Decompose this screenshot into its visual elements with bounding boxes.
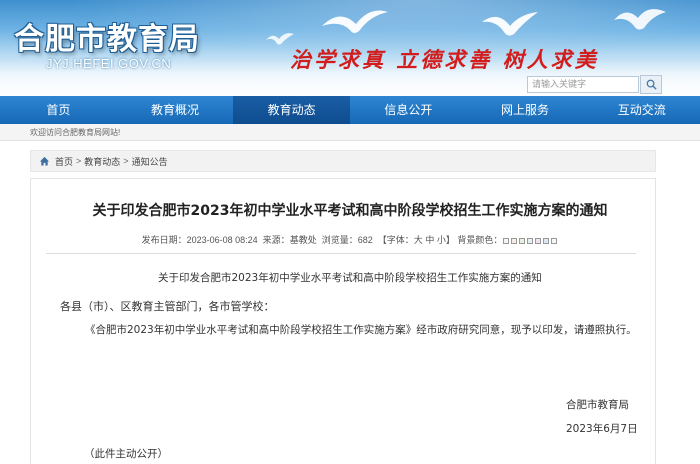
bg-color-swatch[interactable] (519, 237, 526, 244)
article-signature: 合肥市教育局 (566, 399, 629, 411)
site-header: 合肥市教育局 JYJ.HEFEI.GOV.CN 治学求真 立德求善 树人求美 请… (0, 0, 700, 96)
bg-color-swatch[interactable] (543, 237, 550, 244)
article-paragraph: 《合肥市2023年初中学业水平考试和高中阶段学校招生工作实施方案》经市政府研究同… (85, 324, 637, 336)
nav-item-online-service[interactable]: 网上服务 (467, 96, 584, 124)
search-icon (646, 79, 657, 90)
breadcrumb-separator: > (123, 156, 129, 166)
breadcrumb-home[interactable]: 首页 (55, 155, 73, 168)
bg-color-swatch[interactable] (551, 237, 558, 244)
article-meta: 发布日期：2023-06-08 08:24 来源：基教处 浏览量：682 【字体… (0, 233, 700, 246)
font-size-label: 【字体： (377, 235, 414, 245)
font-size-large[interactable]: 大 (414, 235, 423, 245)
gull-icon (322, 10, 388, 33)
article-disclosure: （此件主动公开） (84, 448, 168, 460)
source-value: 基教处 (289, 235, 317, 245)
nav-item-news[interactable]: 教育动态 (233, 96, 351, 124)
article-salutation: 各县（市）、区教育主管部门，各市管学校： (60, 300, 275, 313)
font-size-small[interactable]: 小 (437, 235, 446, 245)
breadcrumb: 首页 > 教育动态 > 通知公告 (30, 150, 656, 172)
bg-color-swatch[interactable] (535, 237, 542, 244)
date-value: 2023-06-08 08:24 (186, 235, 258, 245)
views-label: 浏览量： (321, 235, 358, 245)
gull-icon (482, 12, 538, 36)
article-panel (30, 178, 656, 464)
welcome-text: 欢迎访问合肥教育局网站! (30, 128, 121, 137)
main-nav: 首页 教育概况 教育动态 信息公开 网上服务 互动交流 (0, 96, 700, 124)
nav-item-public-info[interactable]: 信息公开 (350, 96, 467, 124)
source-label: 来源： (262, 235, 290, 245)
views-value: 682 (357, 235, 373, 245)
bg-color-swatch[interactable] (511, 237, 518, 244)
nav-item-overview[interactable]: 教育概况 (117, 96, 234, 124)
search-button[interactable] (640, 75, 662, 94)
site-title: 合肥市教育局 (14, 22, 200, 57)
breadcrumb-notices[interactable]: 通知公告 (132, 155, 168, 168)
font-size-medium[interactable]: 中 (425, 235, 434, 245)
breadcrumb-separator: > (76, 156, 82, 166)
bg-color-swatch[interactable] (527, 237, 534, 244)
site-url: JYJ.HEFEI.GOV.CN (46, 56, 172, 71)
date-label: 发布日期： (141, 235, 187, 245)
article-title: 关于印发合肥市2023年初中学业水平考试和高中阶段学校招生工作实施方案的通知 (92, 203, 608, 219)
gull-icon (614, 9, 666, 30)
welcome-bar: 欢迎访问合肥教育局网站! (0, 124, 700, 141)
nav-item-home[interactable]: 首页 (0, 96, 117, 124)
article-intro: 关于印发合肥市2023年初中学业水平考试和高中阶段学校招生工作实施方案的通知 (158, 272, 542, 284)
breadcrumb-news[interactable]: 教育动态 (84, 155, 120, 168)
font-size-close: 】 (445, 235, 455, 245)
bg-color-swatch[interactable] (503, 237, 510, 244)
meta-divider (46, 253, 636, 254)
bg-color-swatches (502, 235, 558, 245)
bg-color-label: 背景颜色： (457, 235, 503, 245)
slogan: 治学求真 立德求善 树人求美 (290, 47, 599, 72)
home-icon (39, 156, 50, 166)
article-sign-date: 2023年6月7日 (566, 423, 638, 435)
nav-item-interaction[interactable]: 互动交流 (583, 96, 700, 124)
search-input[interactable]: 请输入关键字 (527, 76, 639, 93)
